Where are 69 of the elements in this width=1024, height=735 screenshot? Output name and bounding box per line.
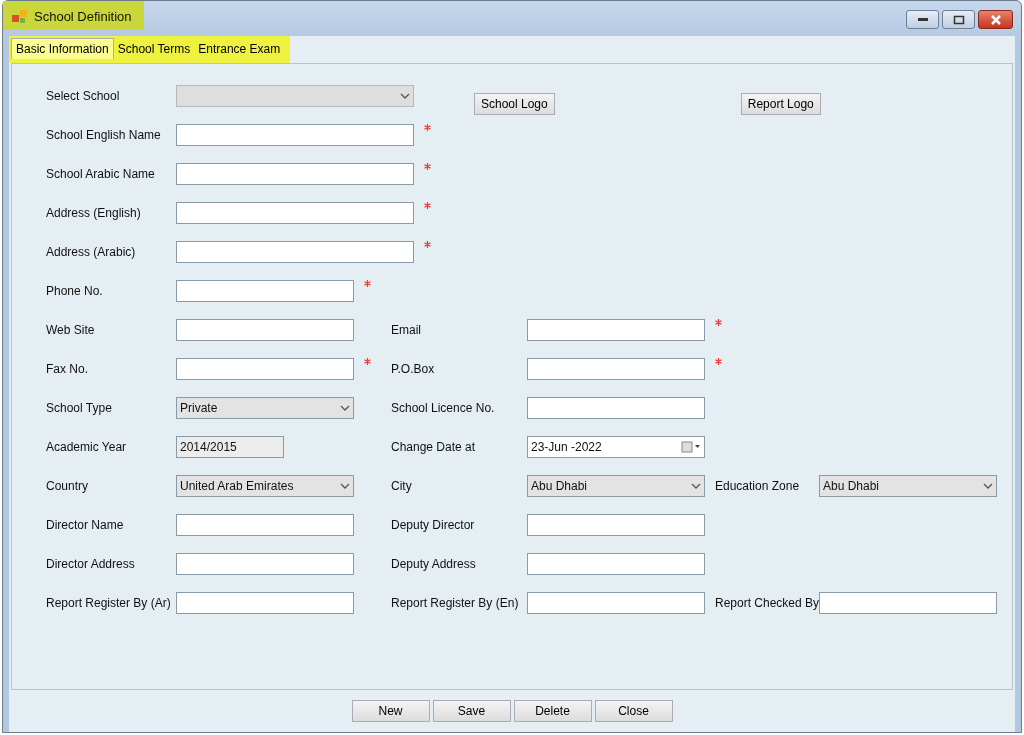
field-label: Select School — [46, 88, 121, 103]
action-button[interactable]: Close — [594, 700, 673, 722]
field-label: Director Address — [46, 556, 136, 571]
dropdown[interactable]: United Arab Emirates — [176, 474, 354, 497]
date-picker[interactable]: 23-Jun -2022 — [527, 435, 705, 458]
text-field[interactable] — [176, 240, 414, 263]
action-button[interactable]: New — [351, 700, 430, 722]
dropdown[interactable]: Abu Dhabi — [819, 474, 997, 497]
text-field[interactable] — [176, 513, 354, 536]
field-label: Country — [46, 478, 90, 493]
tab[interactable]: Entrance Exam — [194, 38, 285, 59]
text-field[interactable] — [176, 123, 414, 146]
text-field[interactable] — [819, 591, 997, 614]
minimize-button[interactable] — [906, 10, 939, 29]
text-field[interactable] — [527, 357, 705, 380]
tab[interactable]: School Terms — [113, 38, 195, 59]
field-label: Web Site — [46, 322, 96, 337]
text-field[interactable] — [176, 162, 414, 185]
field-label: Report Checked By — [715, 595, 819, 610]
text-field[interactable] — [176, 591, 354, 614]
field-label: School English Name — [46, 127, 162, 142]
field-label: P.O.Box — [391, 361, 436, 376]
field-label: Email — [391, 322, 422, 337]
logo-button[interactable]: School Logo — [474, 92, 555, 115]
text-field[interactable] — [527, 318, 705, 341]
text-field[interactable] — [176, 201, 414, 224]
dropdown[interactable]: Private — [176, 396, 354, 419]
field-label: Fax No. — [46, 361, 89, 376]
chevron-down-icon — [691, 482, 701, 489]
close-button[interactable] — [978, 10, 1013, 29]
readonly-field: 2014/2015 — [176, 435, 284, 458]
field-label: School Type — [46, 400, 113, 415]
close-icon — [989, 14, 1002, 25]
text-field[interactable] — [527, 396, 705, 419]
chevron-down-icon — [400, 92, 410, 99]
field-label: Academic Year — [46, 439, 128, 454]
field-label: Education Zone — [715, 478, 801, 493]
chevron-down-icon — [340, 482, 350, 489]
logo-button[interactable]: Report Logo — [740, 92, 821, 115]
calendar-dropdown-icon — [681, 440, 701, 453]
chevron-down-icon — [983, 482, 993, 489]
field-label: School Arabic Name — [46, 166, 156, 181]
field-label: Phone No. — [46, 283, 104, 298]
dropdown[interactable]: Abu Dhabi — [527, 474, 705, 497]
app-icon — [12, 9, 28, 24]
maximize-icon — [952, 14, 965, 25]
action-button[interactable]: Delete — [513, 700, 592, 722]
field-label: City — [391, 478, 413, 493]
field-label: Report Register By (Ar) — [46, 595, 172, 610]
maximize-button[interactable] — [942, 10, 975, 29]
field-label: Director Name — [46, 517, 125, 532]
text-field[interactable] — [527, 513, 705, 536]
text-field[interactable] — [176, 318, 354, 341]
field-label: Address (Arabic) — [46, 244, 137, 259]
text-field[interactable] — [527, 591, 705, 614]
field-label: Report Register By (En) — [391, 595, 520, 610]
text-field[interactable] — [176, 357, 354, 380]
field-label: School Licence No. — [391, 400, 496, 415]
action-button[interactable]: Save — [432, 700, 511, 722]
tab[interactable]: Basic Information — [11, 38, 114, 59]
text-field[interactable] — [176, 279, 354, 302]
field-label: Deputy Address — [391, 556, 477, 571]
chevron-down-icon — [340, 404, 350, 411]
field-label: Change Date at — [391, 439, 477, 454]
text-field[interactable] — [176, 552, 354, 575]
window-title: School Definition — [34, 9, 132, 24]
text-field[interactable] — [527, 552, 705, 575]
field-label: Address (English) — [46, 205, 142, 220]
field-label: Deputy Director — [391, 517, 476, 532]
